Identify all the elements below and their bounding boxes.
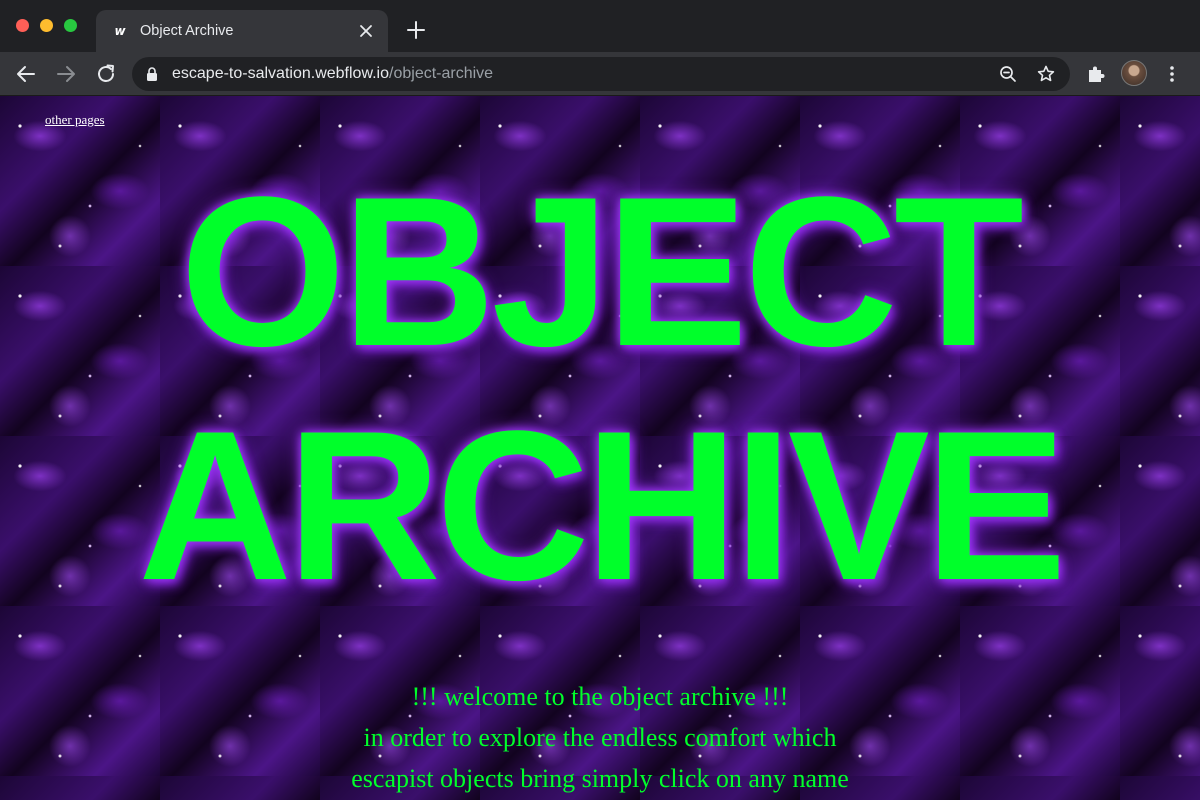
page-content: other pages OBJECT ARCHIVE !!! welcome t… (0, 96, 1200, 800)
other-pages-link[interactable]: other pages (45, 112, 105, 128)
address-bar[interactable]: escape-to-salvation.webflow.io/object-ar… (132, 57, 1070, 91)
close-icon[interactable] (356, 21, 376, 41)
maximize-window-button[interactable] (64, 19, 77, 32)
url-text[interactable]: escape-to-salvation.webflow.io/object-ar… (172, 65, 493, 83)
url-path: /object-archive (389, 65, 494, 82)
welcome-line: in order to explore the endless comfort … (363, 723, 837, 752)
welcome-line: !!! welcome to the object archive !!! (411, 682, 789, 711)
kebab-menu-icon[interactable] (1160, 62, 1184, 86)
browser-titlebar: w Object Archive (0, 0, 1200, 52)
arrow-left-icon[interactable] (14, 62, 38, 86)
webflow-favicon-icon: w (114, 24, 126, 38)
welcome-text: !!! welcome to the object archive !!! in… (0, 676, 1200, 799)
tab-title: Object Archive (140, 23, 234, 39)
reload-icon[interactable] (94, 62, 118, 86)
avatar[interactable] (1121, 60, 1147, 86)
browser-toolbar: escape-to-salvation.webflow.io/object-ar… (0, 52, 1200, 96)
close-window-button[interactable] (16, 19, 29, 32)
headline-line-1: OBJECT (180, 153, 1024, 391)
url-host: escape-to-salvation.webflow.io (172, 65, 390, 82)
plus-icon[interactable] (404, 18, 428, 42)
arrow-right-icon[interactable] (54, 62, 78, 86)
zoom-out-icon[interactable] (998, 64, 1018, 84)
headline-line-2: ARCHIVE (138, 387, 1067, 625)
welcome-line: escapist objects bring simply click on a… (351, 764, 849, 793)
browser-tab-active[interactable]: w Object Archive (96, 10, 388, 52)
lock-icon[interactable] (146, 67, 158, 81)
puzzle-icon[interactable] (1084, 62, 1108, 86)
minimize-window-button[interactable] (40, 19, 53, 32)
star-icon[interactable] (1036, 64, 1056, 84)
